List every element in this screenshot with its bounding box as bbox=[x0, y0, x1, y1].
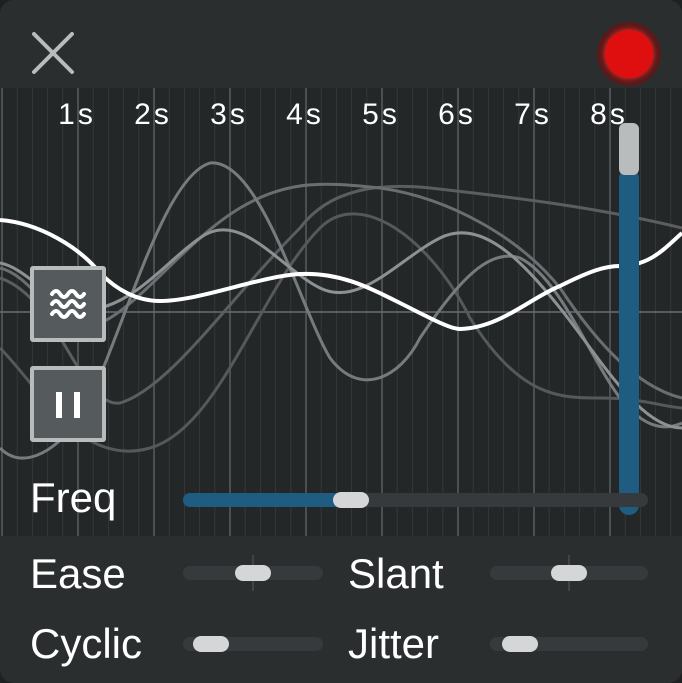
waveform-graph: 1s 2s 3s 4s 5s 6s 7s 8s bbox=[0, 88, 682, 536]
playhead-track bbox=[619, 168, 639, 515]
jitter-label: Jitter bbox=[348, 620, 440, 667]
slant-thumb[interactable] bbox=[551, 565, 587, 581]
freq-fill bbox=[183, 493, 352, 507]
slant-slider[interactable] bbox=[490, 555, 648, 591]
freq-thumb[interactable] bbox=[333, 492, 370, 508]
tick-label: 2s bbox=[134, 98, 172, 131]
playhead-slider[interactable] bbox=[619, 123, 639, 515]
close-icon bbox=[32, 32, 74, 74]
freq-slider[interactable] bbox=[183, 492, 648, 508]
wave-icon bbox=[50, 289, 86, 319]
record-icon bbox=[605, 30, 653, 78]
playhead-thumb[interactable] bbox=[619, 123, 639, 175]
tick-label: 1s bbox=[58, 98, 96, 131]
cyclic-label: Cyclic bbox=[30, 620, 142, 667]
jitter-slider[interactable] bbox=[490, 636, 648, 652]
tick-label: 3s bbox=[210, 98, 248, 131]
ease-slider[interactable] bbox=[183, 555, 323, 591]
freq-label: Freq bbox=[30, 474, 117, 521]
tick-label: 5s bbox=[362, 98, 400, 131]
ease-thumb[interactable] bbox=[235, 565, 271, 581]
jitter-thumb[interactable] bbox=[502, 636, 539, 652]
cyclic-slider[interactable] bbox=[183, 636, 323, 652]
pause-button[interactable] bbox=[30, 366, 106, 442]
cyclic-thumb[interactable] bbox=[193, 636, 230, 652]
pause-icon bbox=[56, 392, 80, 418]
tick-label: 4s bbox=[286, 98, 324, 131]
modulator-panel: 1s 2s 3s 4s 5s 6s 7s 8s Freq Ease Slant … bbox=[0, 0, 682, 683]
record-button[interactable] bbox=[597, 22, 661, 86]
slant-label: Slant bbox=[348, 550, 444, 597]
top-bar bbox=[0, 0, 682, 88]
close-button[interactable] bbox=[30, 30, 76, 76]
tick-label: 7s bbox=[514, 98, 552, 131]
ease-label: Ease bbox=[30, 550, 126, 597]
wave-mode-button[interactable] bbox=[30, 266, 106, 342]
tick-label: 6s bbox=[438, 98, 476, 131]
parameter-controls: Ease Slant Cyclic Jitter bbox=[0, 536, 682, 683]
